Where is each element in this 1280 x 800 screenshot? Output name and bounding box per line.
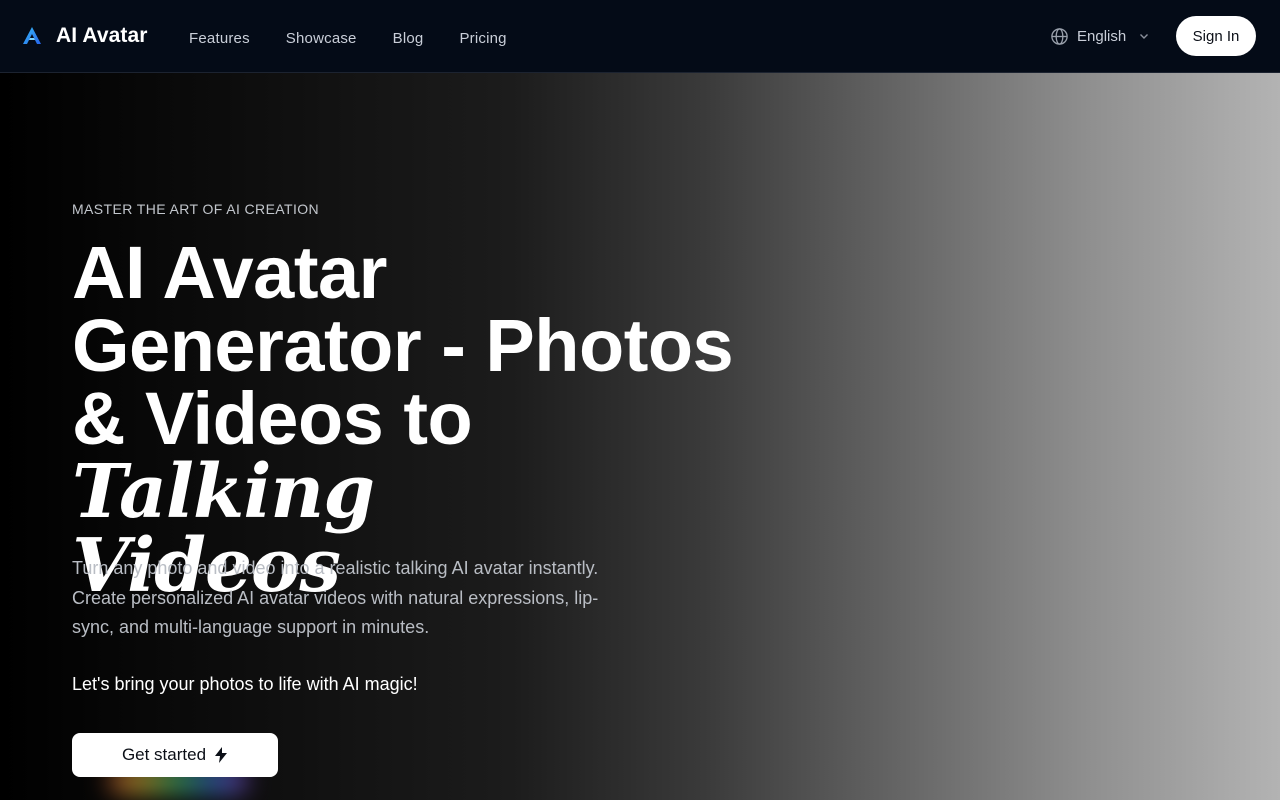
hero-eyebrow: MASTER THE ART OF AI CREATION: [72, 201, 320, 217]
language-selector[interactable]: English: [1050, 25, 1150, 47]
hero-headline: AI Avatar Generator - Photos & Videos to…: [72, 236, 792, 604]
brand-home-link[interactable]: AI Avatar: [22, 22, 148, 50]
nav-features-link[interactable]: Features: [189, 29, 250, 49]
headline-line-2: Generator - Photos: [72, 304, 734, 387]
lightning-icon: [215, 747, 228, 763]
nav-showcase-link[interactable]: Showcase: [286, 29, 357, 49]
get-started-label: Get started: [121, 745, 207, 764]
brand-name: AI Avatar: [56, 24, 148, 47]
hero-subtitle: Turn any photo and video into a realisti…: [72, 558, 599, 637]
main-nav: Features Showcase Blog Pricing: [189, 29, 507, 49]
nav-pricing-link[interactable]: Pricing: [459, 29, 506, 49]
hero-tagline: Let's bring your photos to life with AI …: [72, 674, 418, 694]
globe-icon: [1051, 27, 1068, 45]
nav-blog-link[interactable]: Blog: [393, 29, 424, 49]
sign-in-button[interactable]: Sign In: [1176, 16, 1256, 56]
top-navigation-bar: AI Avatar Features Showcase Blog Pricing…: [0, 0, 1280, 73]
headline-line-3: & Videos to: [72, 377, 473, 460]
language-label: English: [1077, 27, 1127, 45]
chevron-down-icon: [1140, 34, 1149, 39]
headline-line-1: AI Avatar: [72, 231, 387, 314]
a-logo-icon: [23, 27, 41, 44]
get-started-button[interactable]: Get started: [72, 733, 278, 777]
